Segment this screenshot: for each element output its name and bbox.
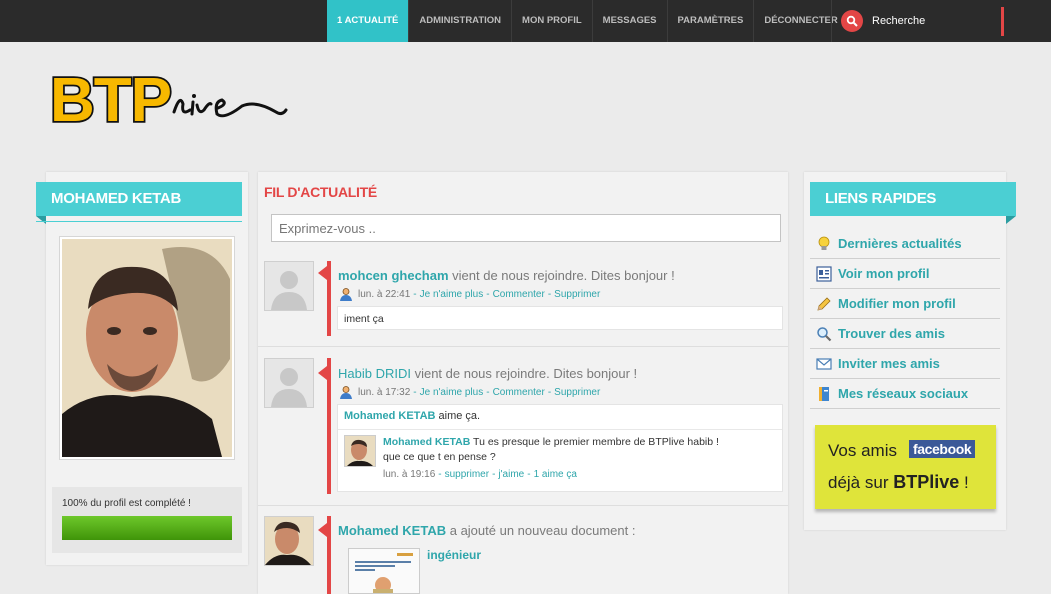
search-icon[interactable] — [841, 10, 863, 32]
post-headline: Habib DRIDI vient de nous rejoindre. Dit… — [338, 366, 638, 381]
delete-link[interactable]: Supprimer — [554, 387, 600, 398]
profile-name: MOHAMED KETAB — [51, 190, 181, 207]
magnifier-icon — [817, 326, 832, 341]
quick-links-ribbon: LIENS RAPIDES — [810, 182, 1016, 224]
post-avatar[interactable] — [264, 261, 314, 311]
post-author-link[interactable]: mohcen ghecham — [338, 268, 449, 283]
lightbulb-icon — [818, 236, 830, 250]
comment-text: iment ça — [344, 313, 384, 325]
header-accent-bar — [1001, 7, 1004, 36]
quick-links-title: LIENS RAPIDES — [825, 190, 937, 207]
quick-link-modifier-profil[interactable]: Modifier mon profil — [810, 289, 1000, 319]
post-author-link[interactable]: Habib DRIDI — [338, 366, 411, 381]
document-title-link[interactable]: ingénieur — [427, 548, 481, 562]
user-icon — [340, 386, 352, 399]
profile-name-ribbon: MOHAMED KETAB — [36, 182, 242, 224]
post-headline: mohcen ghecham vient de nous rejoindre. … — [338, 268, 675, 283]
reply-author-link[interactable]: Mohamed KETAB — [383, 436, 470, 448]
main-nav: 1 ACTUALITÉ ADMINISTRATION MON PROFIL ME… — [327, 0, 848, 42]
quick-link-reseaux-sociaux[interactable]: Mes réseaux sociaux — [810, 379, 1000, 409]
nav-messages[interactable]: MESSAGES — [591, 0, 667, 42]
reply-likes-count-link[interactable]: 1 aime ça — [534, 469, 577, 480]
btplive-logo[interactable]: BTP — [46, 60, 306, 137]
book-icon — [819, 386, 829, 401]
nav-actualite[interactable]: 1 ACTUALITÉ — [327, 0, 409, 42]
profile-completion-box: 100% du profil est complété ! — [52, 487, 242, 553]
nav-administration[interactable]: ADMINISTRATION — [408, 0, 511, 42]
pencil-icon — [817, 296, 831, 311]
profile-progress-bar — [62, 516, 232, 540]
quick-link-trouver-amis[interactable]: Trouver des amis — [810, 319, 1000, 349]
profile-divider — [36, 221, 242, 222]
feed-title: FIL D'ACTUALITÉ — [264, 184, 377, 200]
quick-link-inviter-amis[interactable]: Inviter mes amis — [810, 349, 1000, 379]
profile-progress-fill — [62, 516, 232, 540]
post-avatar[interactable] — [264, 358, 314, 408]
quick-link-dernieres-actualites[interactable]: Dernières actualités — [810, 229, 1000, 259]
post-meta: lun. à 17:32- Je n'aime plus - Commenter - Su… — [339, 385, 600, 399]
unlike-link[interactable]: Je n'aime plus — [420, 387, 484, 398]
ad-line2: déjà sur BTPlive ! — [828, 472, 969, 492]
status-input[interactable] — [271, 214, 781, 242]
top-navigation-bar: 1 ACTUALITÉ ADMINISTRATION MON PROFIL ME… — [0, 0, 1051, 42]
post-meta: lun. à 22:41- Je n'aime plus - Commenter - Su… — [339, 287, 600, 301]
user-icon — [340, 288, 352, 301]
svg-text:BTP: BTP — [50, 66, 171, 135]
nav-mon-profil[interactable]: MON PROFIL — [511, 0, 592, 42]
reply-like-link[interactable]: j'aime — [498, 469, 524, 480]
like-user-link[interactable]: Mohamed KETAB — [344, 410, 435, 422]
ad-line1: Vos amis — [828, 441, 897, 460]
reply-text-line2: que ce que t en pense ? — [383, 451, 496, 463]
comment-box: iment ça — [337, 306, 783, 330]
facebook-invite-banner[interactable]: Vos amis facebook déjà sur BTPlive ! — [815, 425, 996, 509]
reply-delete-link[interactable]: supprimer — [445, 469, 489, 480]
post-headline: Mohamed KETAB a ajouté un nouveau docume… — [338, 523, 636, 538]
search-label[interactable]: Recherche — [872, 15, 925, 27]
post-avatar[interactable] — [264, 516, 314, 566]
profile-completion-text: 100% du profil est complété ! — [62, 498, 191, 509]
search-box[interactable]: Recherche — [831, 0, 925, 42]
reply-meta: lun. à 19:16- supprimer - j'aime -1 aime ça — [383, 469, 577, 480]
reply-avatar[interactable] — [344, 435, 376, 467]
quick-link-voir-profil[interactable]: Voir mon profil — [810, 259, 1000, 289]
delete-link[interactable]: Supprimer — [554, 289, 600, 300]
comment-link[interactable]: Commenter — [493, 387, 545, 398]
unlike-link[interactable]: Je n'aime plus — [420, 289, 484, 300]
envelope-icon — [816, 357, 832, 370]
reply-text-line1: Mohamed KETAB Tu es presque le premier m… — [383, 436, 719, 448]
nav-parametres[interactable]: PARAMÈTRES — [666, 0, 754, 42]
document-thumbnail[interactable] — [348, 548, 420, 594]
comment-thread: Mohamed KETAB aime ça. Mohamed KETAB Tu … — [337, 404, 783, 492]
quick-links-list: Dernières actualités Voir mon profil Mod… — [810, 229, 1000, 409]
like-line: Mohamed KETAB aime ça. — [344, 410, 481, 422]
profile-card-icon — [816, 265, 832, 282]
facebook-logo: facebook — [909, 440, 976, 458]
profile-photo[interactable] — [59, 236, 235, 460]
comment-link[interactable]: Commenter — [493, 289, 545, 300]
post-author-link[interactable]: Mohamed KETAB — [338, 523, 446, 538]
